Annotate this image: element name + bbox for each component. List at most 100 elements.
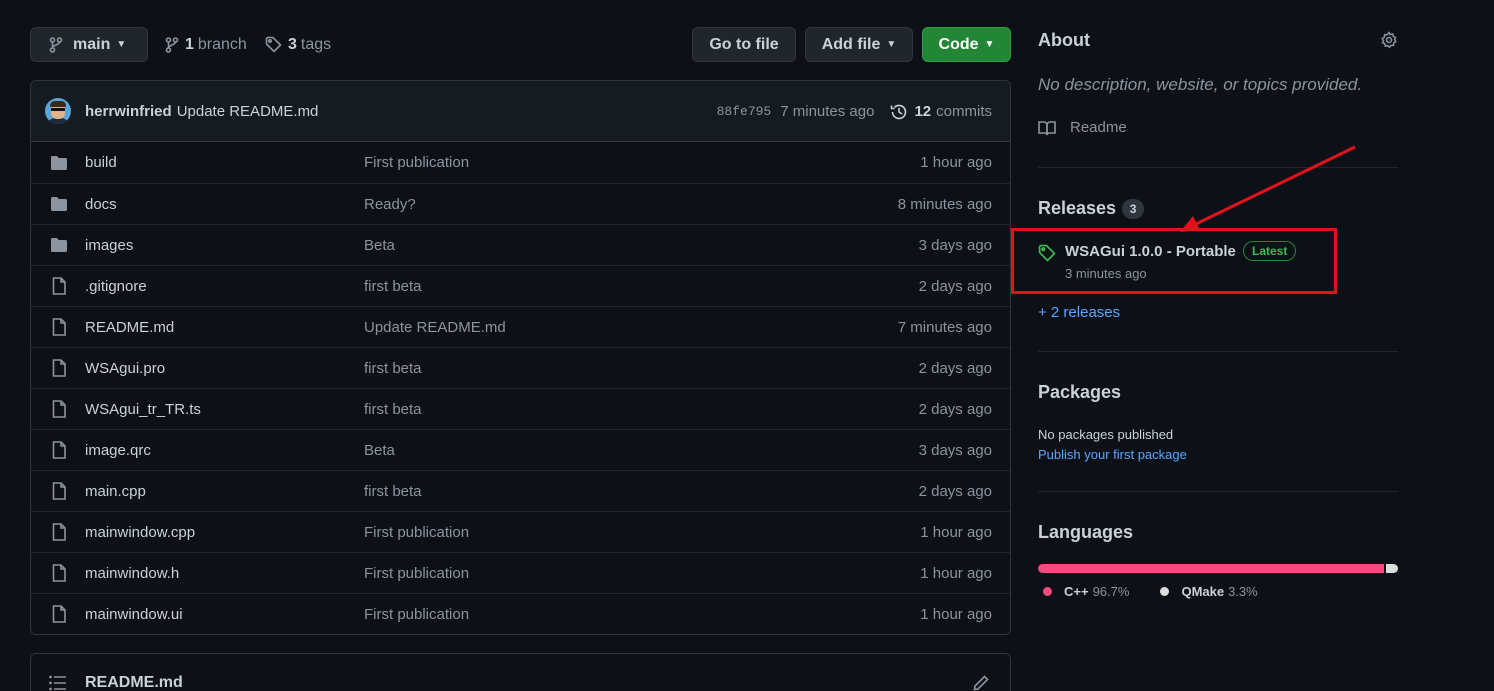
language-item[interactable]: C++ 96.7% — [1038, 584, 1129, 599]
file-row[interactable]: main.cpp first beta 2 days ago — [31, 470, 1010, 511]
latest-commit-bar: herrwinfried Update README.md 88fe795 7 … — [31, 81, 1010, 142]
book-icon — [1038, 120, 1056, 135]
file-row[interactable]: .gitignore first beta 2 days ago — [31, 265, 1010, 306]
language-name: QMake — [1181, 584, 1225, 599]
readme-link-label: Readme — [1070, 119, 1127, 136]
file-age: 2 days ago — [918, 482, 992, 500]
divider — [1038, 491, 1398, 492]
commit-word: commits — [936, 103, 992, 120]
tags-link[interactable]: 3 tags — [265, 27, 331, 62]
file-name[interactable]: main.cpp — [85, 483, 146, 500]
commit-time: 7 minutes ago — [780, 103, 875, 120]
file-row[interactable]: mainwindow.h First publication 1 hour ago — [31, 552, 1010, 593]
file-commit-message[interactable]: first beta — [364, 483, 422, 500]
branch-name: main — [73, 35, 111, 53]
file-commit-message[interactable]: first beta — [364, 401, 422, 418]
file-commit-message[interactable]: first beta — [364, 360, 422, 377]
folder-icon — [49, 235, 69, 255]
go-to-file-button[interactable]: Go to file — [692, 27, 796, 62]
file-age: 2 days ago — [918, 277, 992, 295]
file-icon — [49, 276, 69, 296]
file-icon — [49, 317, 69, 337]
commit-author[interactable]: herrwinfried — [85, 103, 172, 120]
branches-link[interactable]: 1 branch — [165, 27, 247, 62]
file-commit-message[interactable]: Beta — [364, 237, 395, 254]
file-icon — [49, 604, 69, 624]
commits-history-link[interactable]: 12 commits — [890, 103, 992, 121]
file-commit-message[interactable]: Beta — [364, 442, 395, 459]
file-name[interactable]: .gitignore — [85, 278, 147, 295]
tag-count: 3 — [288, 35, 297, 53]
branch-select-button[interactable]: main ▼ — [30, 27, 148, 62]
file-row[interactable]: WSAgui_tr_TR.ts first beta 2 days ago — [31, 388, 1010, 429]
file-name[interactable]: build — [85, 154, 117, 171]
file-row[interactable]: mainwindow.cpp First publication 1 hour ag… — [31, 511, 1010, 552]
language-item[interactable]: QMake 3.3% — [1155, 584, 1258, 599]
chevron-down-icon: ▼ — [886, 39, 897, 50]
more-releases-link[interactable]: + 2 releases — [1038, 304, 1120, 321]
readme-title[interactable]: README.md — [85, 674, 183, 691]
language-color-dot — [1160, 587, 1170, 596]
list-icon[interactable] — [49, 675, 67, 691]
language-percent: 3.3% — [1228, 584, 1258, 599]
commit-sha[interactable]: 88fe795 — [717, 104, 772, 119]
file-icon — [49, 563, 69, 583]
file-commit-message[interactable]: First publication — [364, 565, 469, 582]
gear-icon[interactable] — [1380, 31, 1398, 49]
file-row[interactable]: build First publication 1 hour ago — [31, 142, 1010, 183]
language-bar-segment — [1386, 564, 1398, 573]
chevron-down-icon: ▼ — [984, 39, 995, 50]
file-commit-message[interactable]: First publication — [364, 154, 469, 171]
file-commit-message[interactable]: first beta — [364, 278, 422, 295]
file-age: 1 hour ago — [920, 154, 992, 171]
about-description: No description, website, or topics provi… — [1038, 75, 1363, 94]
file-age: 3 days ago — [918, 236, 992, 254]
history-icon — [891, 104, 907, 119]
releases-title: Releases — [1038, 198, 1117, 218]
releases-count-badge: 3 — [1122, 199, 1145, 220]
no-packages-text: No packages published — [1038, 427, 1174, 442]
divider — [1038, 167, 1398, 168]
file-row[interactable]: image.qrc Beta 3 days ago — [31, 429, 1010, 470]
file-name[interactable]: image.qrc — [85, 442, 151, 459]
pencil-icon[interactable] — [972, 674, 990, 691]
file-age: 3 days ago — [918, 441, 992, 459]
language-name: C++ — [1064, 584, 1089, 599]
commit-message[interactable]: Update README.md — [177, 103, 319, 120]
file-row[interactable]: mainwindow.ui First publication 1 hour ago — [31, 593, 1010, 634]
file-name[interactable]: mainwindow.ui — [85, 606, 183, 623]
file-name[interactable]: mainwindow.h — [85, 565, 179, 582]
file-age: 1 hour ago — [920, 564, 992, 582]
file-browser: herrwinfried Update README.md 88fe795 7 … — [30, 80, 1011, 635]
file-name[interactable]: mainwindow.cpp — [85, 524, 195, 541]
publish-package-link[interactable]: Publish your first package — [1038, 447, 1187, 462]
file-name[interactable]: WSAgui_tr_TR.ts — [85, 401, 201, 418]
file-row[interactable]: images Beta 3 days ago — [31, 224, 1010, 265]
branch-count: 1 — [185, 35, 194, 53]
code-button[interactable]: Code ▼ — [922, 27, 1011, 62]
file-icon — [49, 358, 69, 378]
file-commit-message[interactable]: Update README.md — [364, 319, 506, 336]
tag-icon — [265, 36, 282, 53]
avatar[interactable] — [45, 98, 71, 124]
language-bar-segment — [1038, 564, 1385, 573]
file-name[interactable]: images — [85, 237, 133, 254]
add-file-button[interactable]: Add file ▼ — [805, 27, 913, 62]
file-icon — [49, 522, 69, 542]
language-list: C++ 96.7% QMake 3.3% — [1038, 584, 1284, 599]
git-branch-icon — [49, 36, 63, 53]
file-name[interactable]: README.md — [85, 319, 174, 336]
file-commit-message[interactable]: Ready? — [364, 196, 416, 213]
file-row[interactable]: README.md Update README.md 7 minutes ago — [31, 306, 1010, 347]
about-title: About — [1038, 30, 1090, 50]
file-commit-message[interactable]: First publication — [364, 606, 469, 623]
file-row[interactable]: docs Ready? 8 minutes ago — [31, 183, 1010, 224]
readme-link[interactable]: Readme — [1038, 119, 1127, 136]
releases-heading[interactable]: Releases 3 — [1038, 198, 1145, 220]
file-commit-message[interactable]: First publication — [364, 524, 469, 541]
file-name[interactable]: docs — [85, 196, 117, 213]
file-row[interactable]: WSAgui.pro first beta 2 days ago — [31, 347, 1010, 388]
packages-title[interactable]: Packages — [1038, 382, 1121, 403]
git-branch-icon — [165, 36, 179, 53]
file-name[interactable]: WSAgui.pro — [85, 360, 165, 377]
